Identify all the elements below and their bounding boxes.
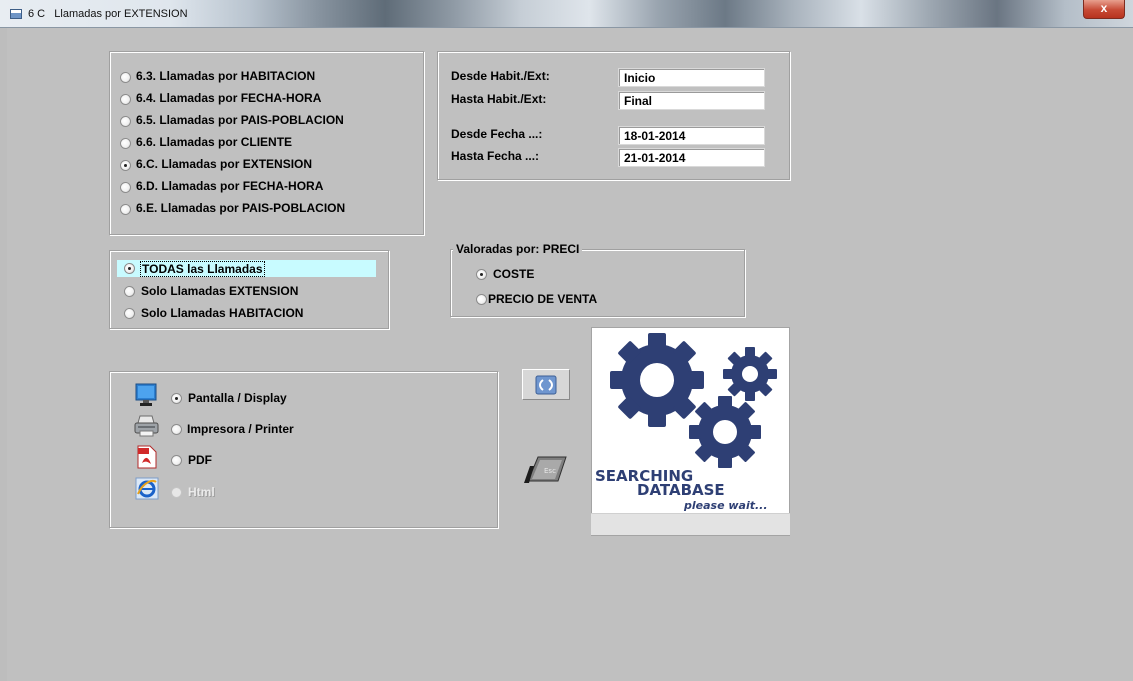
output-radio-1[interactable] bbox=[171, 424, 182, 435]
report-option-label[interactable]: 6.E. Llamadas por PAIS-POBLACION bbox=[136, 201, 345, 215]
call-type-label[interactable]: Solo Llamadas HABITACION bbox=[141, 306, 303, 320]
output-radio-0[interactable] bbox=[171, 393, 182, 404]
report-option-label[interactable]: 6.3. Llamadas por HABITACION bbox=[136, 69, 315, 83]
desde-fecha-label: Desde Fecha ...: bbox=[451, 127, 543, 141]
svg-text:Esc: Esc bbox=[544, 467, 556, 475]
escape-key-icon: Esc bbox=[524, 456, 567, 483]
call-type-group: TODAS las Llamadas Solo Llamadas EXTENSI… bbox=[109, 250, 389, 329]
desde-fecha-field[interactable]: 18-01-2014 bbox=[618, 126, 765, 145]
close-button[interactable]: x bbox=[1083, 0, 1125, 19]
valoradas-radio-1[interactable] bbox=[476, 294, 487, 305]
valoradas-legend: Valoradas por: PRECI bbox=[453, 242, 583, 256]
call-type-radio-0[interactable] bbox=[124, 263, 135, 274]
hasta-fecha-label: Hasta Fecha ...: bbox=[451, 149, 540, 163]
exit-button[interactable]: Esc bbox=[522, 454, 570, 485]
status-line-3: please wait... bbox=[683, 499, 768, 512]
report-option-label[interactable]: 6.D. Llamadas por FECHA-HORA bbox=[136, 179, 323, 193]
filters-group: Desde Habit./Ext: Inicio Hasta Habit./Ex… bbox=[437, 51, 790, 180]
valoradas-label[interactable]: PRECIO DE VENTA bbox=[488, 292, 597, 306]
desde-habit-label: Desde Habit./Ext: bbox=[451, 69, 550, 83]
output-radio-3 bbox=[171, 487, 182, 498]
call-type-label[interactable]: Solo Llamadas EXTENSION bbox=[141, 284, 298, 298]
window-title: 6 C Llamadas por EXTENSION bbox=[28, 8, 188, 20]
gears-icon: SEARCHING DATABASE please wait... bbox=[595, 333, 777, 512]
output-label[interactable]: PDF bbox=[188, 453, 212, 467]
title-bar[interactable]: 6 C Llamadas por EXTENSION x bbox=[0, 0, 1133, 28]
refresh-icon bbox=[535, 375, 557, 395]
report-option-radio-4[interactable] bbox=[120, 160, 131, 171]
valoradas-group: Valoradas por: PRECI COSTE PRECIO DE VEN… bbox=[450, 242, 745, 317]
output-label[interactable]: Impresora / Printer bbox=[187, 422, 294, 436]
call-type-radio-2[interactable] bbox=[124, 308, 135, 319]
desde-habit-field[interactable]: Inicio bbox=[618, 68, 765, 87]
searching-database-panel: SEARCHING DATABASE please wait... bbox=[591, 327, 790, 536]
pdf-icon bbox=[136, 445, 160, 469]
hasta-habit-label: Hasta Habit./Ext: bbox=[451, 92, 547, 106]
internet-explorer-icon bbox=[135, 476, 159, 500]
hasta-fecha-field[interactable]: 21-01-2014 bbox=[618, 148, 765, 167]
call-type-radio-1[interactable] bbox=[124, 286, 135, 297]
progress-status-bar bbox=[591, 513, 790, 535]
output-radio-2[interactable] bbox=[171, 455, 182, 466]
form-area: 6.3. Llamadas por HABITACION 6.4. Llamad… bbox=[7, 28, 1133, 681]
window-app-icon bbox=[10, 9, 22, 19]
output-label: Html bbox=[188, 485, 215, 499]
monitor-icon bbox=[134, 383, 158, 407]
report-options-group: 6.3. Llamadas por HABITACION 6.4. Llamad… bbox=[109, 51, 424, 235]
report-option-radio-2[interactable] bbox=[120, 116, 131, 127]
report-option-radio-0[interactable] bbox=[120, 72, 131, 83]
output-label[interactable]: Pantalla / Display bbox=[188, 391, 287, 405]
hasta-habit-field[interactable]: Final bbox=[618, 91, 765, 110]
valoradas-radio-0[interactable] bbox=[476, 269, 487, 280]
report-option-label[interactable]: 6.C. Llamadas por EXTENSION bbox=[136, 157, 312, 171]
report-option-label[interactable]: 6.6. Llamadas por CLIENTE bbox=[136, 135, 292, 149]
report-option-radio-6[interactable] bbox=[120, 204, 131, 215]
report-option-radio-3[interactable] bbox=[120, 138, 131, 149]
valoradas-label[interactable]: COSTE bbox=[493, 267, 534, 281]
report-option-label[interactable]: 6.4. Llamadas por FECHA-HORA bbox=[136, 91, 321, 105]
report-option-radio-5[interactable] bbox=[120, 182, 131, 193]
printer-icon bbox=[134, 414, 159, 438]
refresh-button[interactable] bbox=[522, 369, 570, 400]
report-option-label[interactable]: 6.5. Llamadas por PAIS-POBLACION bbox=[136, 113, 344, 127]
status-line-2: DATABASE bbox=[637, 481, 725, 499]
report-option-radio-1[interactable] bbox=[120, 94, 131, 105]
call-type-label[interactable]: TODAS las Llamadas bbox=[140, 261, 265, 277]
output-group: Pantalla / Display Impresora / Printer P… bbox=[109, 371, 498, 528]
